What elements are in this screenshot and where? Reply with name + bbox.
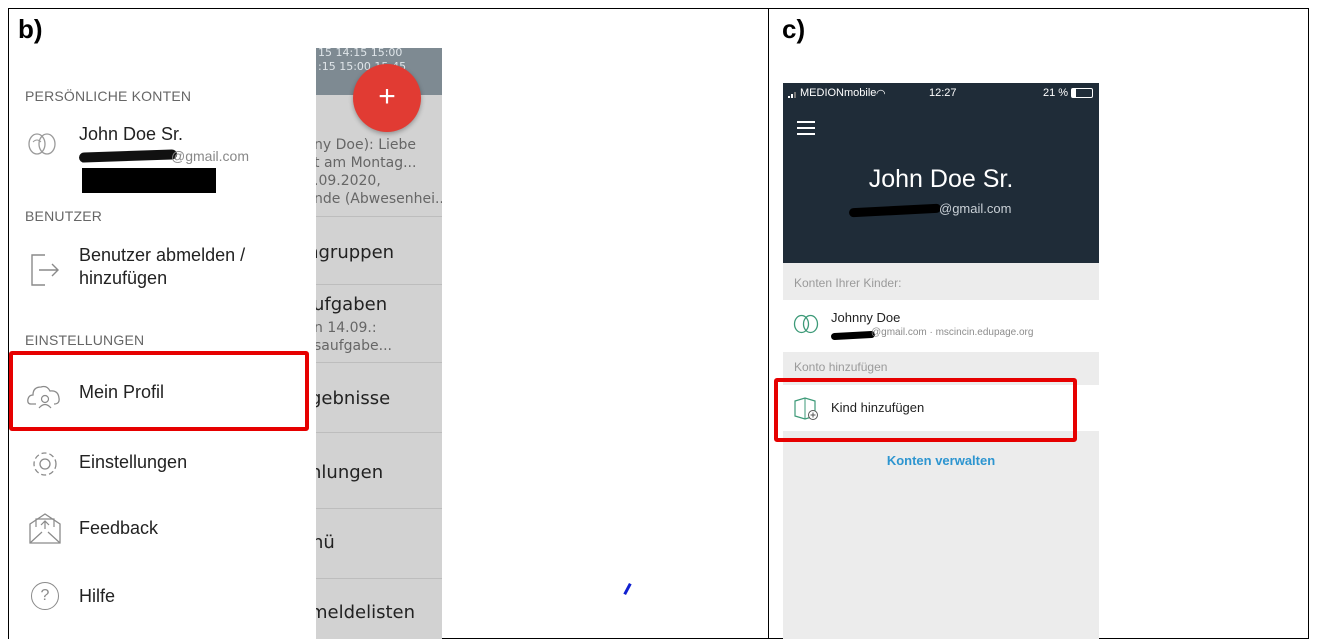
divider bbox=[316, 216, 442, 217]
ios-screen: MEDIONmobile ◠ 12:27 21 % John Doe Sr. @… bbox=[783, 83, 1099, 639]
message-line-3: .09.2020, bbox=[316, 173, 381, 189]
bg-menu-sub-1: n 14.09.: bbox=[316, 320, 377, 336]
envelope-upload-icon bbox=[29, 513, 61, 544]
background-app-screen: 15 14:15 15:00 :15 15:00 15:45 ny Doe): … bbox=[316, 48, 442, 639]
logout-add-user-item[interactable]: Benutzer abmelden / hinzufügen bbox=[9, 244, 316, 304]
divider bbox=[316, 508, 442, 509]
battery-percent: 21 % bbox=[1043, 87, 1069, 99]
bg-menu-item-5: nü bbox=[316, 532, 335, 553]
bg-menu-item-1: rngruppen bbox=[316, 242, 395, 263]
divider bbox=[316, 578, 442, 579]
plus-icon: + bbox=[378, 80, 396, 113]
account-email: @gmail.com bbox=[171, 148, 250, 164]
profile-name: John Doe Sr. bbox=[868, 165, 1014, 193]
child-name: Johnny Doe bbox=[831, 310, 901, 325]
logout-label-line-1: Benutzer abmelden / bbox=[79, 245, 246, 265]
bg-menu-item-2: ufgaben bbox=[316, 294, 388, 315]
child-avatar-icon bbox=[793, 314, 819, 334]
manage-accounts-link[interactable]: Konten verwalten bbox=[783, 453, 1099, 468]
carrier-label: MEDIONmobile bbox=[800, 87, 877, 99]
navigation-drawer: PERSÖNLICHE KONTEN John Doe Sr. @gmail.c… bbox=[9, 48, 316, 639]
help-label: Hilfe bbox=[79, 586, 116, 606]
battery-icon bbox=[1071, 88, 1093, 98]
bg-menu-item-3: gebnisse bbox=[316, 388, 391, 409]
message-line-2: t am Montag... bbox=[316, 155, 417, 171]
redaction-box bbox=[82, 168, 216, 193]
panel-c-label: c) bbox=[782, 14, 806, 44]
settings-label: Einstellungen bbox=[79, 452, 188, 472]
personal-accounts-header: PERSÖNLICHE KONTEN bbox=[25, 88, 192, 104]
parent-avatar-icon bbox=[28, 133, 56, 155]
email-redaction bbox=[848, 203, 942, 218]
gear-icon bbox=[33, 452, 57, 476]
children-accounts-header: Konten Ihrer Kinder: bbox=[794, 276, 902, 290]
message-line-1: ny Doe): Liebe bbox=[316, 137, 416, 153]
add-account-header: Konto hinzufügen bbox=[794, 360, 888, 374]
users-header: BENUTZER bbox=[25, 208, 103, 224]
settings-header: EINSTELLUNGEN bbox=[25, 332, 145, 348]
signal-icon bbox=[788, 92, 800, 98]
message-line-4: nde (Abwesenhei... bbox=[316, 191, 442, 207]
feedback-label: Feedback bbox=[79, 518, 159, 538]
settings-item[interactable]: Einstellungen bbox=[9, 440, 316, 496]
divider bbox=[316, 432, 442, 433]
profile-email: @gmail.com bbox=[939, 201, 1012, 216]
clock: 12:27 bbox=[929, 87, 957, 99]
divider bbox=[316, 362, 442, 363]
hamburger-menu-icon[interactable] bbox=[797, 121, 815, 139]
timetable-times-row-1: 15 14:15 15:00 bbox=[318, 48, 403, 59]
bg-menu-sub-2: saufgabe... bbox=[316, 338, 392, 354]
bg-menu-item-6: meldelisten bbox=[316, 602, 416, 623]
email-redaction bbox=[78, 149, 178, 163]
help-item[interactable]: ? Hilfe bbox=[9, 578, 316, 634]
highlight-my-profile bbox=[9, 351, 309, 431]
panel-divider bbox=[768, 8, 769, 639]
add-fab-button[interactable]: + bbox=[353, 64, 421, 132]
highlight-add-child bbox=[774, 378, 1077, 442]
wifi-icon: ◠ bbox=[876, 88, 886, 100]
divider bbox=[316, 284, 442, 285]
child-account-row[interactable]: Johnny Doe @gmail.com · mscincin.edupage… bbox=[783, 300, 1099, 352]
panel-b-label: b) bbox=[18, 14, 43, 44]
child-detail: @gmail.com · mscincin.edupage.org bbox=[871, 327, 1034, 338]
profile-header: MEDIONmobile ◠ 12:27 21 % John Doe Sr. @… bbox=[783, 83, 1099, 263]
help-icon: ? bbox=[31, 582, 59, 610]
account-name: John Doe Sr. bbox=[79, 124, 184, 144]
feedback-item[interactable]: Feedback bbox=[9, 506, 316, 562]
logout-label-line-2: hinzufügen bbox=[79, 268, 168, 288]
account-entry[interactable]: John Doe Sr. @gmail.com bbox=[9, 120, 316, 200]
logout-icon bbox=[31, 254, 59, 286]
bg-menu-item-4: nlungen bbox=[316, 462, 384, 483]
child-email-redaction bbox=[830, 330, 876, 341]
